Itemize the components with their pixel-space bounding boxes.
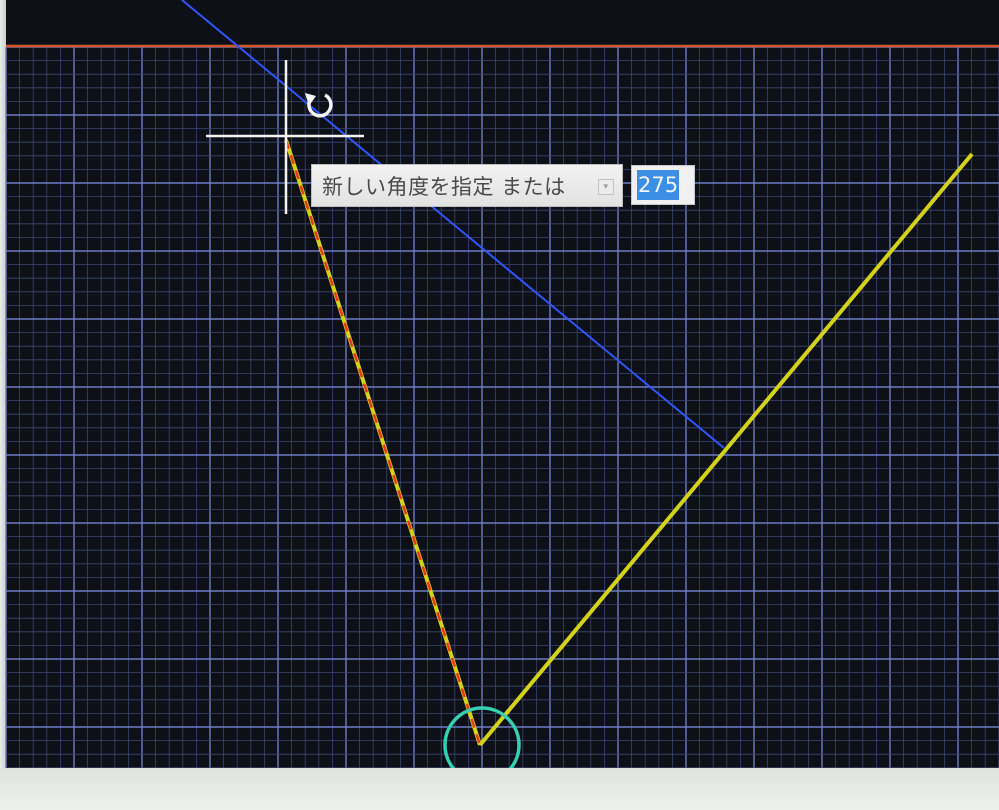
screen-edge-bottom	[0, 768, 999, 810]
fixed-line[interactable]	[478, 152, 974, 747]
angle-input-value: 275	[637, 170, 680, 200]
chevron-down-icon[interactable]: ▾	[598, 179, 614, 195]
grid	[5, 46, 999, 770]
angle-input[interactable]: 275	[631, 165, 695, 205]
drawing-canvas[interactable]	[0, 0, 999, 770]
command-prompt-tooltip: 新しい角度を指定 または ▾	[311, 164, 623, 207]
cad-drawing-viewport[interactable]: 新しい角度を指定 または ▾ 275	[0, 0, 999, 810]
prompt-text: 新しい角度を指定 または	[322, 174, 566, 199]
